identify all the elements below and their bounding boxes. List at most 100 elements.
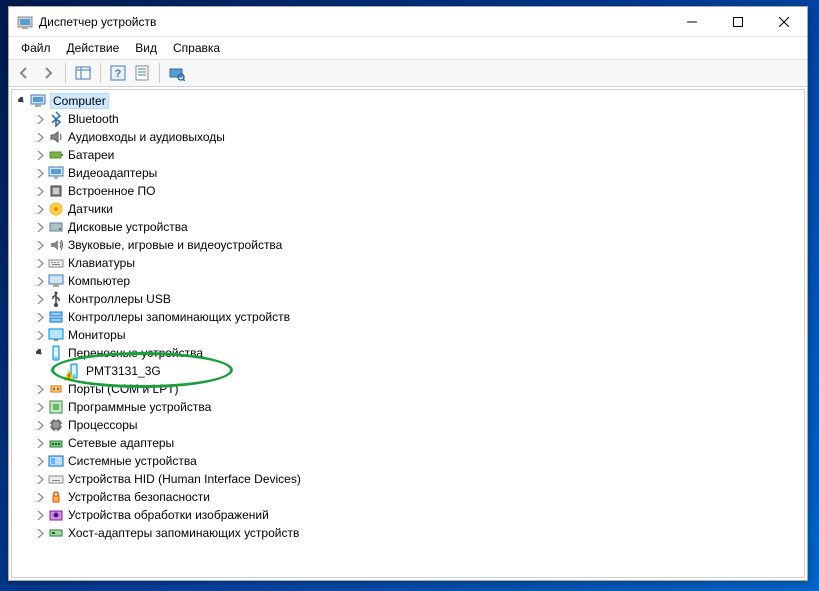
- tree-category-node[interactable]: Процессоры: [30, 416, 804, 434]
- expand-icon[interactable]: [34, 113, 46, 125]
- toolbar-separator: [65, 63, 66, 83]
- cpu-icon: [48, 417, 64, 433]
- tree-category-node[interactable]: Устройства безопасности: [30, 488, 804, 506]
- toolbar-separator: [100, 63, 101, 83]
- expand-icon[interactable]: [34, 401, 46, 413]
- tree-category-node[interactable]: Видеоадаптеры: [30, 164, 804, 182]
- close-button[interactable]: [761, 7, 807, 37]
- tree-category-node[interactable]: Устройства HID (Human Interface Devices): [30, 470, 804, 488]
- expand-icon[interactable]: [34, 473, 46, 485]
- back-button[interactable]: [13, 62, 35, 84]
- sound-icon: [48, 237, 64, 253]
- node-label: Дисковые устройства: [68, 220, 188, 234]
- expand-icon[interactable]: [34, 437, 46, 449]
- expand-icon[interactable]: [16, 95, 28, 107]
- storage-icon: [48, 309, 64, 325]
- expand-icon[interactable]: [34, 527, 46, 539]
- minimize-button[interactable]: [669, 7, 715, 37]
- node-label: Звуковые, игровые и видеоустройства: [68, 238, 282, 252]
- help-button[interactable]: ?: [107, 62, 129, 84]
- maximize-button[interactable]: [715, 7, 761, 37]
- audio-icon: [48, 129, 64, 145]
- tree-category-node[interactable]: Хост-адаптеры запоминающих устройств: [30, 524, 804, 542]
- svg-text:?: ?: [115, 68, 122, 80]
- node-label: Computer: [50, 93, 109, 109]
- show-hide-tree-button[interactable]: [72, 62, 94, 84]
- forward-button[interactable]: [37, 62, 59, 84]
- menu-file[interactable]: Файл: [13, 39, 59, 57]
- expand-icon[interactable]: [34, 455, 46, 467]
- tree-category-node[interactable]: Контроллеры запоминающих устройств: [30, 308, 804, 326]
- network-icon: [48, 435, 64, 451]
- system-icon: [48, 453, 64, 469]
- tree-category-node[interactable]: Батареи: [30, 146, 804, 164]
- node-label: Системные устройства: [68, 454, 197, 468]
- ports-icon: [48, 381, 64, 397]
- tree-root-node[interactable]: Computer: [12, 92, 804, 110]
- tree-category-node[interactable]: Мониторы: [30, 326, 804, 344]
- tree-category-node[interactable]: Программные устройства: [30, 398, 804, 416]
- usb-icon: [48, 291, 64, 307]
- tree-category-node[interactable]: Встроенное ПО: [30, 182, 804, 200]
- tree-category-node[interactable]: Клавиатуры: [30, 254, 804, 272]
- menu-help[interactable]: Справка: [165, 39, 228, 57]
- node-label: Батареи: [68, 148, 114, 162]
- node-label: Датчики: [68, 202, 113, 216]
- tree-device-node[interactable]: !PMT3131_3G: [48, 362, 804, 380]
- menu-view[interactable]: Вид: [127, 39, 165, 57]
- tree-category-node[interactable]: Порты (COM и LPT): [30, 380, 804, 398]
- properties-button[interactable]: [131, 62, 153, 84]
- scan-hardware-button[interactable]: [166, 62, 188, 84]
- expand-icon[interactable]: [34, 491, 46, 503]
- collapse-icon[interactable]: [34, 347, 46, 359]
- tree-category-node[interactable]: Датчики: [30, 200, 804, 218]
- tree-category-node[interactable]: Аудиовходы и аудиовыходы: [30, 128, 804, 146]
- node-label: Сетевые адаптеры: [68, 436, 174, 450]
- security-icon: [48, 489, 64, 505]
- node-label: Клавиатуры: [68, 256, 135, 270]
- tree-category-node[interactable]: Контроллеры USB: [30, 290, 804, 308]
- expand-icon[interactable]: [34, 221, 46, 233]
- tree-category-node[interactable]: Сетевые адаптеры: [30, 434, 804, 452]
- expand-icon[interactable]: [34, 167, 46, 179]
- tree-category-node[interactable]: Дисковые устройства: [30, 218, 804, 236]
- node-label: Хост-адаптеры запоминающих устройств: [68, 526, 299, 540]
- expand-icon[interactable]: [34, 419, 46, 431]
- node-label: Встроенное ПО: [68, 184, 155, 198]
- monitor-icon: [48, 327, 64, 343]
- expand-icon[interactable]: [34, 509, 46, 521]
- tree-category-node[interactable]: Системные устройства: [30, 452, 804, 470]
- disk-icon: [48, 219, 64, 235]
- expand-icon[interactable]: [34, 383, 46, 395]
- tree-category-node[interactable]: Переносные устройства: [30, 344, 804, 362]
- expand-icon[interactable]: [34, 257, 46, 269]
- node-label: Устройства HID (Human Interface Devices): [68, 472, 301, 486]
- expand-icon[interactable]: [34, 149, 46, 161]
- node-label: Программные устройства: [68, 400, 211, 414]
- node-label: Мониторы: [68, 328, 125, 342]
- node-label: Аудиовходы и аудиовыходы: [68, 130, 225, 144]
- expand-icon[interactable]: [34, 203, 46, 215]
- node-label: Видеоадаптеры: [68, 166, 157, 180]
- node-label: Устройства безопасности: [68, 490, 210, 504]
- node-label: Порты (COM и LPT): [68, 382, 179, 396]
- tree-category-node[interactable]: Bluetooth: [30, 110, 804, 128]
- sensor-icon: [48, 201, 64, 217]
- expand-icon[interactable]: [34, 329, 46, 341]
- expand-icon[interactable]: [34, 293, 46, 305]
- tree-category-node[interactable]: Звуковые, игровые и видеоустройства: [30, 236, 804, 254]
- computer-icon: [30, 93, 46, 109]
- toolbar: ?: [9, 59, 807, 87]
- expand-icon[interactable]: [34, 239, 46, 251]
- expand-icon[interactable]: [34, 185, 46, 197]
- menu-action[interactable]: Действие: [59, 39, 128, 57]
- expand-icon[interactable]: [34, 275, 46, 287]
- expand-icon[interactable]: [34, 131, 46, 143]
- tree-category-node[interactable]: Устройства обработки изображений: [30, 506, 804, 524]
- node-label: Контроллеры USB: [68, 292, 171, 306]
- titlebar[interactable]: Диспетчер устройств: [9, 7, 807, 37]
- expand-icon[interactable]: [34, 311, 46, 323]
- tree-category-node[interactable]: Компьютер: [30, 272, 804, 290]
- device-tree-container[interactable]: Computer Bluetooth Аудиовходы и аудиовыхо…: [11, 89, 805, 578]
- portable-icon: [48, 345, 64, 361]
